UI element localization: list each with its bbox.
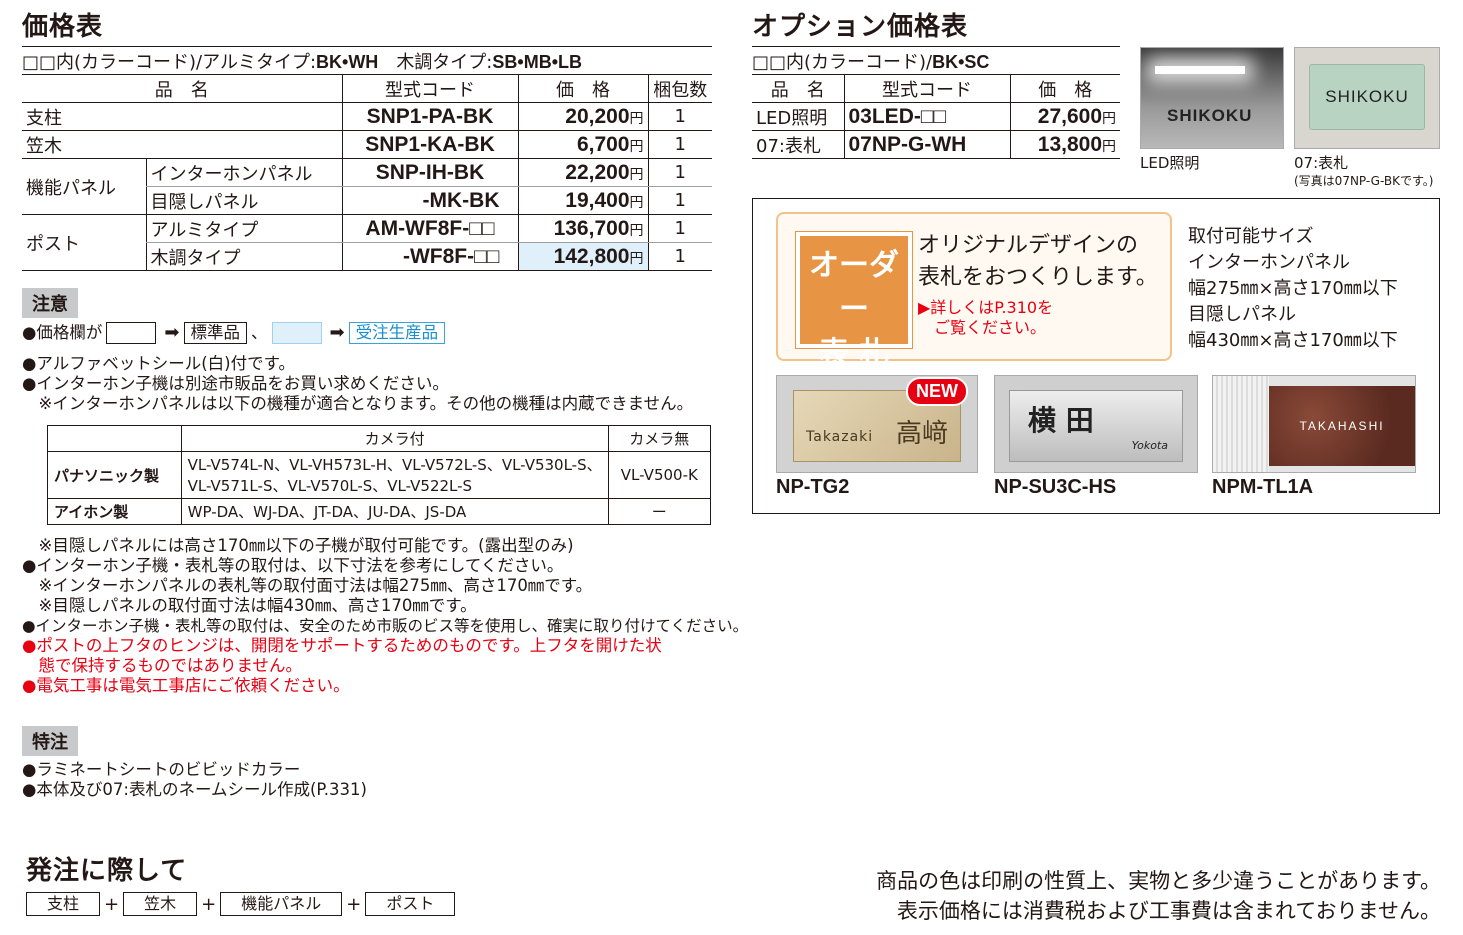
table-row: 支柱 SNP1-PA-BK 20,200円 1 [22, 102, 712, 131]
price-table-subtitle: □□内(カラーコード)/アルミタイプ:BK•WH 木調タイプ:SB•MB•LB [22, 52, 582, 73]
mount-size-info: 取付可能サイズ インターホンパネル 幅275㎜×高さ170㎜以下 目隠しパネル … [1188, 226, 1398, 351]
price-table: 品 名 型式コード 価 格 梱包数 支柱 SNP1-PA-BK 20,200円 … [22, 75, 712, 271]
plate-label: NPM-TL1A [1212, 476, 1314, 498]
notes-block-a: ●アルファベットシール(白)付です。 ●インターホン子機は別途市販品をお買い求め… [22, 354, 694, 413]
price-table-header: 品 名 型式コード 価 格 梱包数 [22, 75, 712, 103]
ordering-formula: 支柱 + 笠木 + 機能パネル + ポスト [26, 892, 456, 916]
option-table-title: オプション価格表 [752, 12, 969, 42]
camera-table: カメラ付 カメラ無 パナソニック製 VL-V574L-N、VL-VH573L-H… [47, 425, 712, 525]
nameplate-photo-caption: 07:表札 [1294, 154, 1349, 172]
table-row: 07:表札 07NP-G-WH 13,800円 [752, 130, 1120, 159]
plate-label: NP-TG2 [776, 476, 850, 498]
led-light-photo: SHIKOKU [1140, 47, 1284, 149]
order-badge: オーダー 表 札 [795, 231, 913, 371]
plate-np-su3c-hs-photo: 横 田 Yokota [994, 375, 1198, 473]
option-table-subtitle: □□内(カラーコード)/BK•SC [752, 52, 990, 73]
plate-label: NP-SU3C-HS [994, 476, 1117, 498]
table-row: LED照明 03LED-□□ 27,600円 [752, 102, 1120, 131]
arrow-icon: ➡ [329, 322, 345, 343]
new-badge: NEW [906, 377, 968, 406]
led-photo-caption: LED照明 [1140, 154, 1200, 172]
see-page-link[interactable]: ▶詳しくはP.310を ご覧ください。 [918, 298, 1053, 338]
order-nameplate-box: オーダー 表 札 オリジナルデザインの 表札をおつくりします。 ▶詳しくはP.3… [776, 212, 1172, 371]
footer-note: 商品の色は印刷の性質上、実物と多少違うことがあります。 表示価格には消費税および… [876, 869, 1441, 923]
legend: ●価格欄が ➡ 標準品 、 ➡ 受注生産品 [22, 322, 446, 344]
special-notes: ●ラミネートシートのビビッドカラー ●本体及び07:表札のネームシール作成(P.… [22, 760, 367, 799]
table-row: 機能パネル インターホンパネル SNP-IH-BK 22,200円 1 [22, 158, 712, 215]
nameplate-photo: SHIKOKU [1294, 47, 1440, 149]
led-glow [1155, 66, 1245, 74]
plate-npm-tl1a-photo: TAKAHASHI [1212, 375, 1416, 473]
caution-tag: 注意 [22, 288, 78, 318]
arrow-icon: ➡ [164, 322, 180, 343]
special-order-tag: 特注 [22, 726, 78, 756]
option-table: 品 名 型式コード 価 格 LED照明 03LED-□□ 27,600円 07:… [752, 75, 1120, 159]
table-row: ポスト アルミタイプ AM-WF8F-□□ 136,700円 1 [22, 214, 712, 271]
price-table-title: 価格表 [22, 12, 104, 42]
legend-blue-box [271, 322, 322, 344]
legend-white-box [106, 322, 157, 344]
ordering-title: 発注に際して [26, 856, 188, 886]
notes-block-b: ※目隠しパネルには高さ170㎜以下の子機が取付可能です。(露出型のみ) ●インタ… [22, 536, 749, 695]
table-row: 笠木 SNP1-KA-BK 6,700円 1 [22, 130, 712, 159]
nameplate-photo-note: (写真は07NP-G-BKです。) [1294, 174, 1434, 188]
